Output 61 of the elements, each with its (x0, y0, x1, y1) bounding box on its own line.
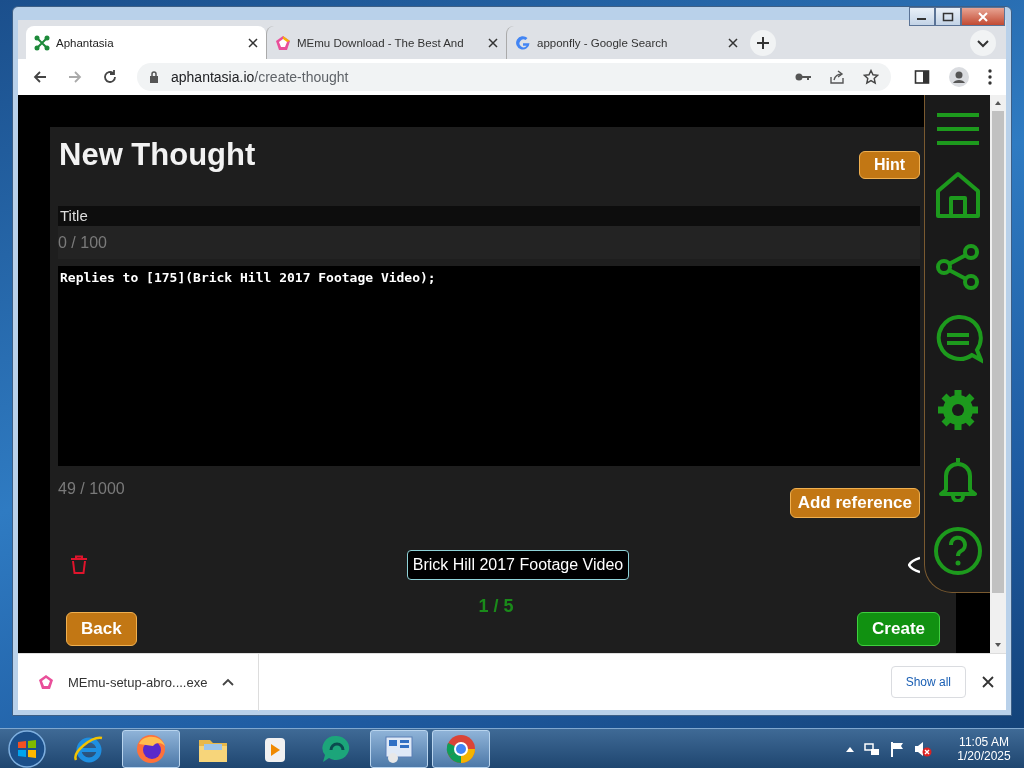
title-label: Title (58, 206, 920, 226)
minimize-button[interactable] (909, 7, 935, 26)
close-icon (977, 11, 989, 22)
caret-icon[interactable] (222, 678, 234, 686)
new-tab-icon[interactable] (750, 29, 776, 56)
page-heading: New Thought (58, 137, 256, 173)
google-logo-icon (515, 34, 531, 51)
network-icon[interactable] (864, 740, 880, 757)
download-item[interactable]: MEmu-setup-abro....exe (18, 653, 259, 711)
tab-title: Aphantasia (56, 36, 115, 49)
muted-speaker-icon[interactable] (914, 740, 932, 757)
add-reference-button[interactable]: Add reference (789, 488, 920, 518)
character-counter: 0 / 100 (58, 233, 107, 252)
share-icon[interactable] (829, 69, 845, 85)
help-icon[interactable] (932, 525, 983, 576)
side-panel-icon[interactable] (914, 69, 930, 85)
settings-icon[interactable] (935, 388, 980, 433)
taskbar-button[interactable] (122, 729, 180, 768)
back-icon[interactable] (32, 69, 48, 85)
profile-icon[interactable] (949, 67, 969, 87)
create-button[interactable]: Create (857, 612, 940, 646)
lock-icon (149, 71, 159, 83)
bell-icon[interactable] (937, 456, 978, 503)
title-field[interactable]: 0 / 100 (58, 226, 920, 259)
show-all-button[interactable]: Show all (890, 666, 966, 698)
address-bar[interactable]: aphantasia.io/create-thought (137, 63, 891, 91)
chevron-down-icon[interactable] (970, 29, 996, 56)
hint-button[interactable]: Hint (858, 151, 920, 179)
menu-icon[interactable] (988, 69, 992, 85)
site-logo-icon (34, 34, 50, 51)
home-icon[interactable] (934, 170, 981, 219)
tray-arrow-icon[interactable] (846, 745, 854, 752)
page-counter: 1 / 5 (477, 596, 515, 618)
close-icon[interactable] (728, 37, 738, 48)
start-button[interactable] (8, 729, 46, 768)
character-counter: 49 / 1000 (58, 480, 125, 498)
share-icon[interactable] (934, 242, 981, 291)
tab-title: MEmu Download - The Best And (297, 36, 465, 49)
close-icon[interactable] (488, 37, 498, 48)
taskbar-button[interactable] (432, 729, 490, 768)
reference-tag[interactable]: Brick Hill 2017 Footage Video (406, 550, 630, 580)
close-icon[interactable] (982, 676, 994, 688)
key-icon[interactable] (795, 72, 811, 82)
close-button[interactable] (961, 7, 1005, 26)
flag-icon[interactable] (890, 740, 904, 757)
taskbar-button[interactable] (370, 729, 428, 768)
maximize-button[interactable] (935, 7, 961, 26)
maximize-icon (942, 11, 954, 22)
reload-icon[interactable] (102, 69, 118, 85)
clock-time[interactable]: 11:05 AM (959, 734, 1009, 749)
star-icon[interactable] (863, 69, 879, 85)
tab-title: apponfly - Google Search (537, 36, 669, 49)
app-logo-icon (38, 674, 54, 690)
trash-icon[interactable] (70, 555, 88, 575)
body-field[interactable]: Replies to [175](Brick Hill 2017 Footage Video); (58, 266, 920, 466)
clock-date[interactable]: 1/20/2025 (957, 748, 1011, 763)
close-icon[interactable] (248, 37, 258, 48)
back-button[interactable]: Back (66, 612, 137, 646)
site-logo-icon (275, 34, 291, 51)
scrollbar[interactable] (990, 95, 1006, 653)
browser-tab[interactable]: Aphantasia (26, 26, 266, 59)
